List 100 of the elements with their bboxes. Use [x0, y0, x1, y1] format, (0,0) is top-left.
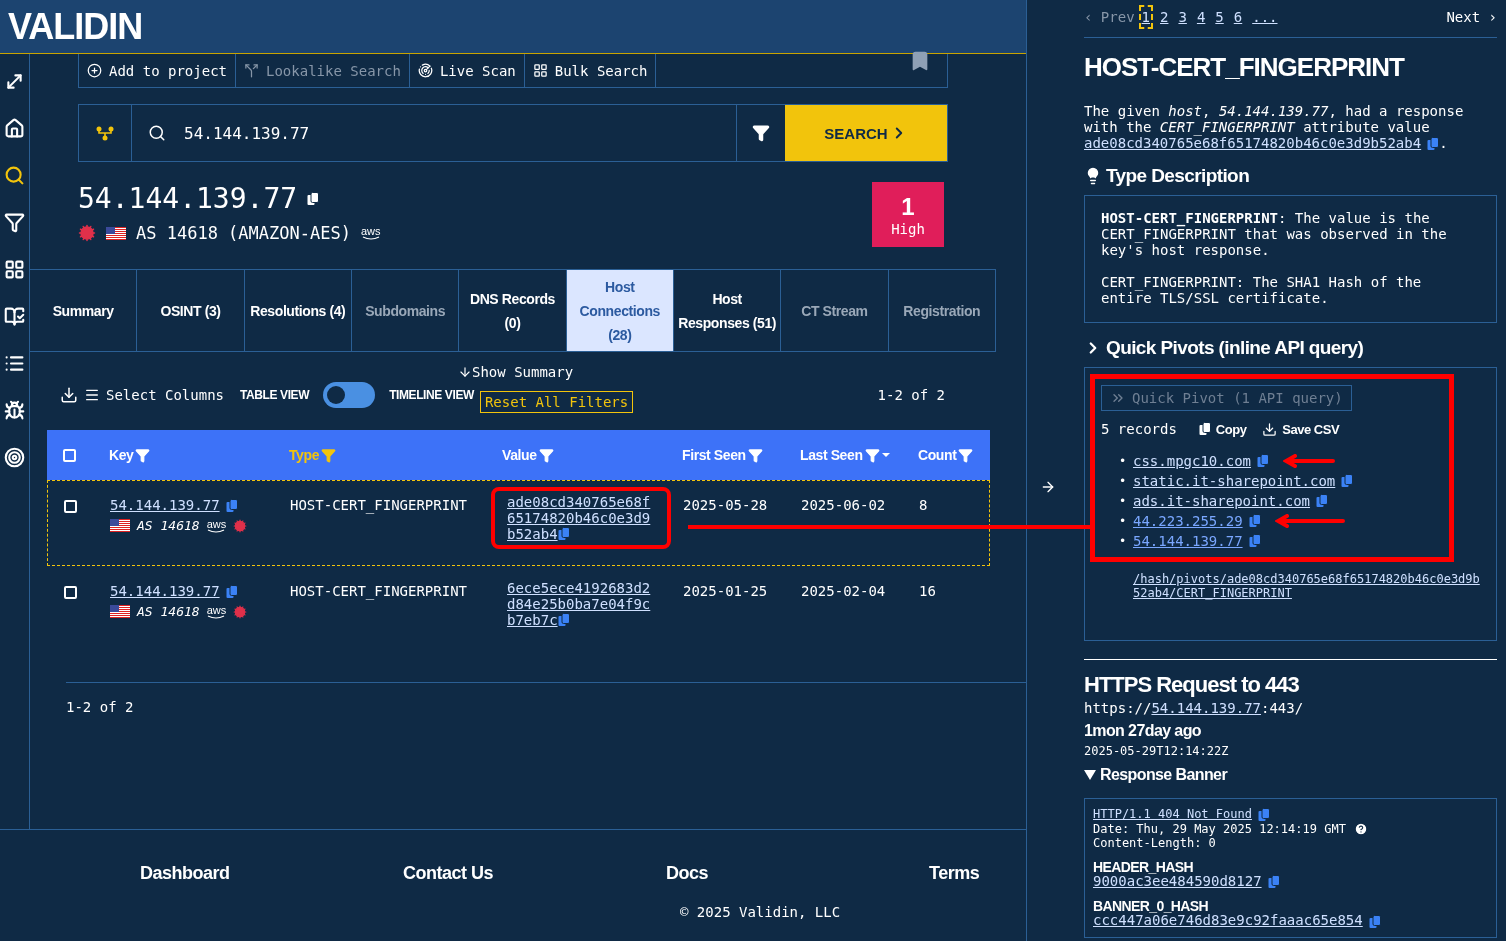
bullet: • — [1119, 494, 1128, 508]
column-header[interactable]: First Seen — [682, 447, 800, 463]
tab[interactable]: DNS Records (0) — [459, 270, 567, 351]
filter-icon — [958, 447, 974, 463]
fingerprint-link[interactable]: ade08cd340765e68f65174820b46c0e3d9b52ab4 — [1084, 135, 1422, 151]
pivot-path-link[interactable]: /hash/pivots/ade08cd340765e68f65174820b46c0e3d9b52ab4/CERT_FINGERPRINT — [1133, 572, 1480, 600]
section-heading: HTTPS Request to 443 — [1084, 672, 1300, 698]
key-link[interactable]: 54.144.139.77 — [110, 583, 220, 599]
type-cell-text: HOST-CERT_FINGERPRINT — [290, 583, 468, 602]
hash-label: HEADER_HASH — [1093, 859, 1193, 874]
reset-filters-button[interactable]: Reset All Filters — [479, 391, 634, 413]
help-icon[interactable] — [1353, 821, 1368, 836]
prev-link[interactable]: ‹ Prev — [1084, 8, 1135, 25]
toolbar-button[interactable]: Bulk Search — [524, 54, 657, 87]
range-label: 1-2 of 2 — [66, 699, 134, 715]
page-link[interactable]: 3 — [1175, 4, 1190, 29]
search-icon — [148, 124, 166, 142]
records-count: 5 records — [1101, 421, 1177, 437]
footer-link[interactable]: Dashboard — [140, 863, 230, 885]
caret-icon[interactable] — [1084, 770, 1096, 780]
checkbox[interactable] — [63, 448, 76, 462]
toolbar-button[interactable]: Add to project — [79, 54, 236, 87]
filter-icon — [747, 447, 763, 463]
summary-text: The given host, 54.144.139.77, had a response with the CERT_FINGERPRINT attribute value ade08cd340765e68f65174820b46c0e3d9b52ab4 . — [1084, 103, 1465, 151]
download-icon[interactable] — [60, 386, 78, 404]
show-summary-link[interactable]: Show Summary — [458, 364, 574, 380]
section-heading[interactable]: Response Banner — [1100, 766, 1228, 784]
network-icon — [95, 125, 115, 141]
save-csv-button[interactable]: Save CSV — [1262, 421, 1340, 437]
copy-icon[interactable] — [1198, 422, 1211, 436]
logo[interactable]: VALIDIN — [8, 5, 143, 48]
column-header[interactable]: Count — [918, 447, 990, 463]
search-icon[interactable] — [3, 164, 26, 187]
view-toggle[interactable] — [323, 382, 376, 408]
pivot-link[interactable]: ads.it-sharepoint.com — [1133, 493, 1310, 509]
search-button[interactable]: SEARCH — [785, 105, 947, 161]
page-link[interactable]: 6 — [1230, 4, 1246, 29]
timestamp: 2025-05-29T12:14:22Z — [1084, 744, 1230, 758]
request-url: https://54.144.139.77:443/ — [1084, 700, 1305, 716]
pivot-link[interactable]: static.it-sharepoint.com — [1133, 473, 1336, 489]
download-icon — [1262, 421, 1278, 437]
asn-label: AS 14618 (AMAZON-AES) — [136, 223, 351, 243]
detail-title: HOST-CERT_FINGERPRINT — [1084, 52, 1406, 83]
copyright: © 2025 Validin, LLC — [680, 904, 841, 920]
pivot-link[interactable]: 54.144.139.77 — [1133, 533, 1243, 549]
filter-icon[interactable] — [3, 211, 26, 234]
hash-link[interactable]: 9000ac3ee484590d8127 — [1093, 872, 1262, 889]
key-link[interactable]: 54.144.139.77 — [110, 497, 220, 513]
quick-pivot-button[interactable]: Quick Pivot (1 API query) — [1101, 385, 1352, 411]
checkbox[interactable] — [64, 500, 77, 513]
radar-icon — [417, 63, 433, 78]
tab[interactable]: Host Responses (51) — [673, 270, 782, 351]
page-link[interactable]: 5 — [1212, 4, 1227, 29]
type-cell-text: HOST-CERT_FINGERPRINT — [290, 497, 468, 516]
hash-link[interactable]: ccc447a06e746d83e9c92faaac65e854 — [1093, 912, 1363, 928]
ip-link[interactable]: 54.144.139.77 — [1151, 700, 1261, 716]
page-link[interactable]: 4 — [1193, 4, 1209, 29]
flag-icon — [110, 519, 130, 532]
target-icon[interactable] — [3, 446, 26, 469]
book-icon[interactable] — [3, 305, 26, 328]
grid-icon[interactable] — [3, 258, 26, 281]
footer-link[interactable]: Docs — [666, 863, 708, 885]
pivot-link[interactable]: css.mpgc10.com — [1133, 453, 1251, 469]
status-link[interactable]: HTTP/1.1 404 Not Found — [1093, 807, 1252, 821]
date-cell-text: 2025-06-02 — [801, 497, 887, 515]
bullet: • — [1119, 474, 1128, 488]
pivot-link[interactable]: 44.223.255.29 — [1133, 513, 1243, 529]
provider-logo: aws — [360, 226, 381, 240]
tab[interactable]: Resolutions (4) — [244, 270, 352, 351]
value-link[interactable]: ade08cd340765e68f65174820b46c0e3d9b52ab4 — [507, 494, 651, 542]
column-header[interactable]: Key — [109, 447, 289, 463]
column-header[interactable]: Last Seen — [800, 447, 918, 463]
flag-icon — [106, 226, 126, 240]
copy-icon[interactable] — [307, 191, 320, 206]
asn-label: AS 14618 — [137, 604, 200, 619]
menu-icon — [84, 387, 100, 403]
section-heading[interactable]: Quick Pivots (inline API query) — [1106, 337, 1364, 359]
provider-logo: aws — [206, 604, 227, 619]
gear-icon — [233, 518, 248, 533]
page-link[interactable]: 1 — [1138, 4, 1153, 29]
tab[interactable]: OSINT (3) — [137, 270, 245, 351]
checkbox[interactable] — [64, 586, 77, 599]
tab[interactable]: Summary — [30, 270, 138, 351]
copy-button[interactable]: Copy — [1192, 421, 1247, 437]
column-header[interactable]: Value — [502, 447, 682, 463]
filter-icon — [864, 447, 880, 463]
search-field[interactable]: 54.144.139.77 — [132, 105, 737, 161]
page-link[interactable]: 2 — [1157, 4, 1172, 29]
value-link[interactable]: 6ece5ece4192683d2d84e25b0ba7e04f9cb7eb7c — [507, 580, 651, 628]
count-cell-text: 8 — [919, 497, 929, 515]
next-link[interactable]: Next › — [1446, 8, 1497, 25]
footer-link[interactable]: Terms — [929, 863, 980, 885]
filter-icon — [752, 124, 770, 142]
toolbar-button[interactable]: Live Scan — [409, 54, 525, 87]
select-columns-link[interactable]: Select Columns — [106, 387, 224, 403]
bug-icon[interactable] — [3, 399, 26, 422]
footer-link[interactable]: Contact Us — [403, 863, 493, 885]
page-link[interactable]: ... — [1249, 4, 1281, 29]
tab[interactable]: Host Connections (28) — [566, 270, 674, 351]
home-icon[interactable] — [3, 117, 26, 140]
